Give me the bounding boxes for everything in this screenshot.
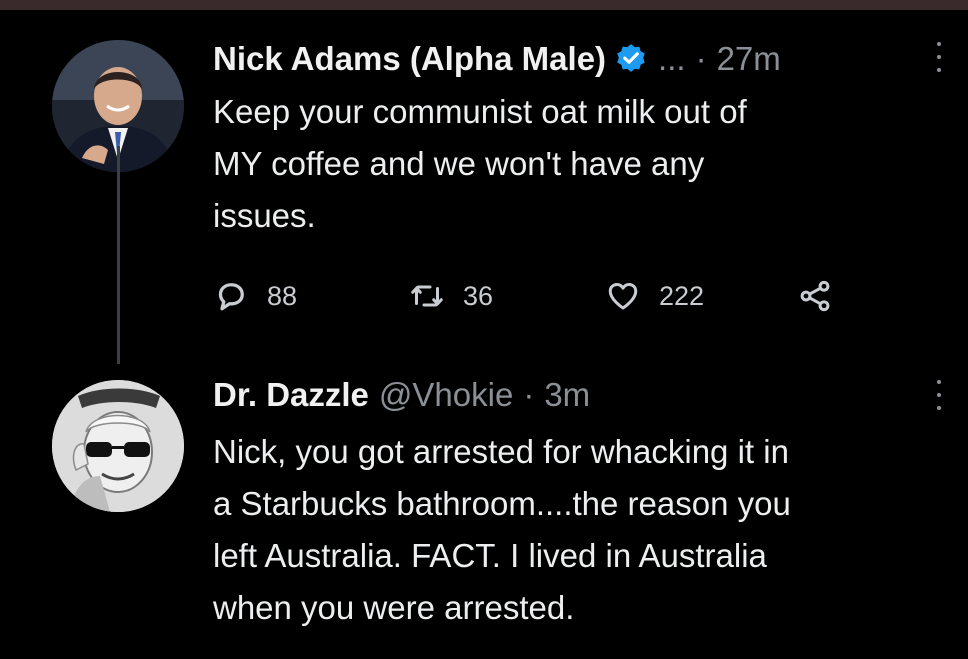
- share-icon: [800, 280, 830, 312]
- timestamp[interactable]: 27m: [717, 40, 781, 78]
- reply-icon: [218, 283, 244, 311]
- like-icon: [608, 282, 638, 310]
- like-button[interactable]: 222: [605, 274, 704, 318]
- like-count: 222: [659, 280, 705, 311]
- author-handle[interactable]: @Vhokie: [379, 376, 513, 414]
- author-name[interactable]: Nick Adams (Alpha Male): [213, 40, 606, 78]
- tweet-text-line: Keep your communist oat milk out of: [213, 93, 747, 130]
- retweet-button[interactable]: 36: [409, 274, 493, 318]
- author-name[interactable]: Dr. Dazzle: [213, 376, 369, 414]
- author-handle[interactable]: ...: [658, 40, 686, 78]
- verified-badge-icon: [617, 44, 645, 72]
- top-border-strip: [0, 0, 968, 10]
- tweet-header: Dr. Dazzle @Vhokie · 3m: [213, 376, 590, 414]
- more-options-icon[interactable]: [935, 380, 943, 410]
- tweet-actions: 88 36 222: [213, 274, 853, 318]
- tweet-text-line: left Australia. FACT. I lived in Austral…: [213, 537, 767, 574]
- share-button[interactable]: [797, 274, 833, 318]
- reply-count: 88: [267, 280, 298, 311]
- retweet-icon: [411, 285, 443, 307]
- reply-button[interactable]: 88: [213, 274, 297, 318]
- more-options-icon[interactable]: [935, 42, 943, 72]
- tweet-text: Keep your communist oat milk out of MY c…: [213, 86, 958, 242]
- tweet-text: Nick, you got arrested for whacking it i…: [213, 426, 958, 634]
- avatar[interactable]: [52, 380, 184, 512]
- tweet-text-line: when you were arrested.: [213, 589, 575, 626]
- tweet-text-line: Nick, you got arrested for whacking it i…: [213, 433, 789, 470]
- tweet-text-line: issues.: [213, 197, 316, 234]
- tweet-text-line: a Starbucks bathroom....the reason you: [213, 485, 791, 522]
- tweet-dr-dazzle[interactable]: Dr. Dazzle @Vhokie · 3m Nick, you got ar…: [0, 362, 968, 659]
- avatar-sunglasses-man-image: [52, 380, 184, 512]
- separator-dot: ·: [523, 376, 535, 413]
- timestamp[interactable]: 3m: [544, 376, 590, 414]
- tweet-text-line: MY coffee and we won't have any: [213, 145, 705, 182]
- tweet-nick-adams[interactable]: Nick Adams (Alpha Male) ... · 27m Keep y…: [0, 32, 968, 362]
- retweet-count: 36: [463, 280, 494, 311]
- thread-connector-line: [117, 146, 120, 364]
- separator-dot: ·: [695, 40, 707, 77]
- tweet-header: Nick Adams (Alpha Male) ... · 27m: [213, 40, 781, 78]
